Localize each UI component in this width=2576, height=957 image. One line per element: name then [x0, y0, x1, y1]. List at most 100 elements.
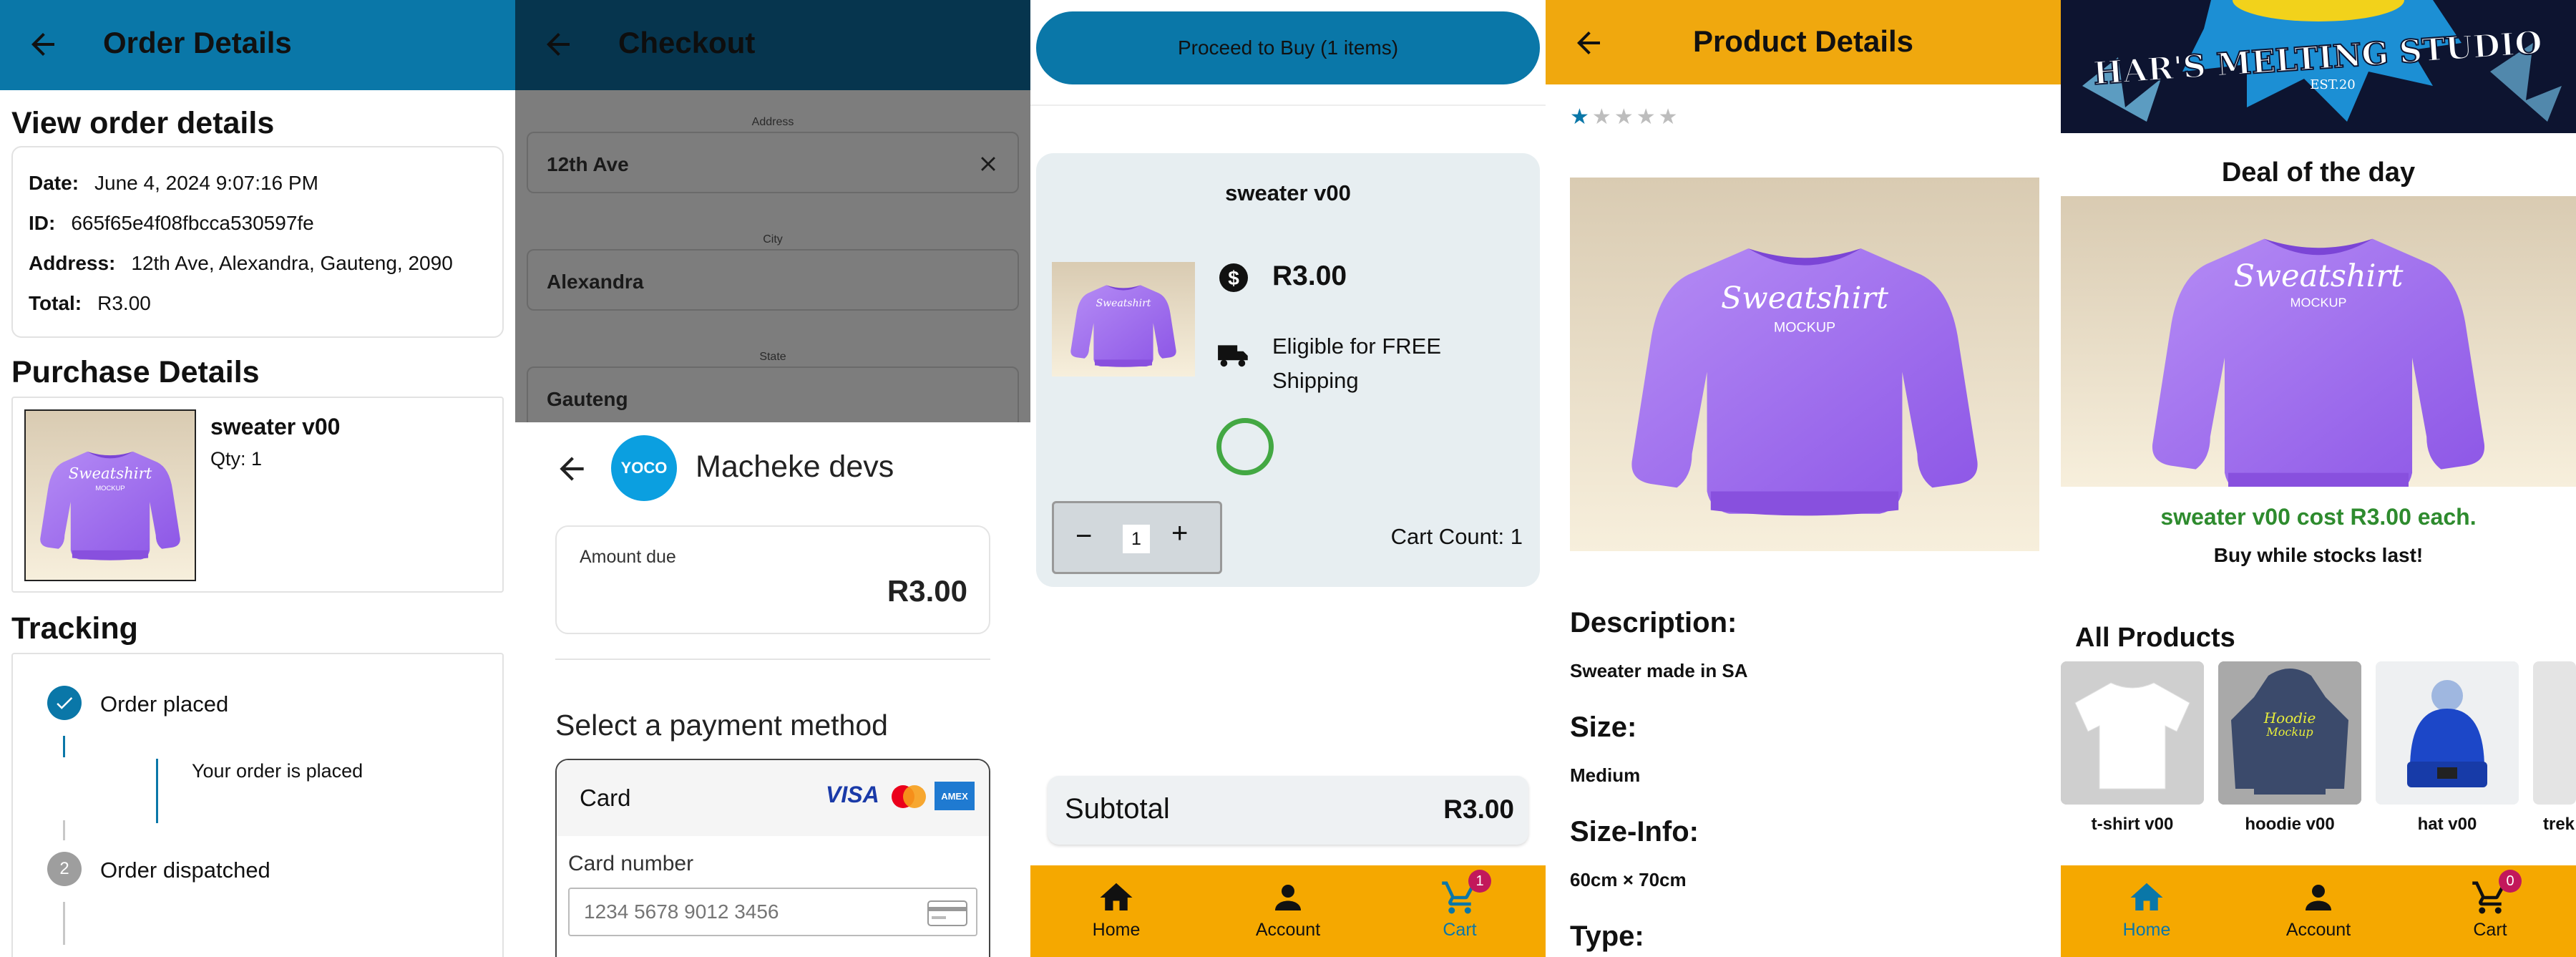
payment-sheet: YOCO Macheke devs Amount due R3.00 Selec…	[515, 422, 1030, 957]
address-field[interactable]: 12th Ave	[527, 132, 1019, 193]
svg-text:$: $	[1228, 267, 1239, 289]
step-connector-pending-2	[63, 902, 65, 945]
home-screen: HAR'S MELTING STUDIO EST.20 Deal of the …	[2061, 0, 2576, 957]
cart-item-card: sweater v00 Sweatshirt $ R3.00 Eligible …	[1036, 153, 1540, 587]
home-icon	[2130, 883, 2163, 910]
cart-item-image: Sweatshirt	[1052, 262, 1195, 377]
product-label-tshirt: t-shirt v00	[2091, 815, 2174, 834]
card-payment-option[interactable]: Card VISA AMEX Card number	[555, 759, 990, 957]
nav-home[interactable]: Home	[1059, 865, 1174, 957]
nav-cart-label: Cart	[1443, 920, 1477, 940]
card-icon	[927, 900, 967, 926]
state-field[interactable]: Gauteng	[527, 366, 1019, 428]
nav-cart[interactable]: Cart 0	[2433, 865, 2547, 957]
product-details-screen: Product Details ★ ★ ★ ★ ★ Sweatshirt MOCKUP …	[1546, 0, 2061, 957]
nav-home[interactable]: Home	[2089, 865, 2204, 957]
decrement-button[interactable]: −	[1075, 520, 1092, 553]
mastercard-logo	[892, 785, 926, 808]
back-arrow-icon[interactable]	[541, 27, 575, 62]
nav-account[interactable]: Account	[2261, 865, 2376, 957]
cart-screen: Proceed to Buy (1 items) sweater v00 Swe…	[1030, 0, 1546, 957]
amount-due-card: Amount due R3.00	[555, 525, 990, 634]
divider	[555, 659, 990, 660]
address-label: Address	[751, 116, 794, 128]
shipping-line-1: Eligible for FREE	[1272, 334, 1442, 359]
product-tile-hoodie[interactable]: Hoodie Mockup	[2218, 661, 2361, 805]
state-value: Gauteng	[547, 388, 628, 410]
order-details-appbar: Order Details	[0, 0, 515, 90]
studio-banner: HAR'S MELTING STUDIO EST.20	[2061, 0, 2576, 133]
star-icon[interactable]: ★	[1614, 105, 1634, 130]
hat-image	[2376, 661, 2519, 805]
back-arrow-icon[interactable]	[554, 451, 590, 487]
page-title: Product Details	[1692, 24, 1914, 58]
step-connector	[63, 736, 65, 757]
shipping-truck-icon	[1218, 345, 1248, 367]
back-arrow-icon[interactable]	[26, 27, 60, 62]
merchant-name: Macheke devs	[696, 450, 894, 484]
nav-account[interactable]: Account	[1231, 865, 1345, 957]
currency-icon: $	[1219, 263, 1248, 292]
step-number-badge: 2	[47, 852, 82, 886]
product-tile-trek[interactable]	[2533, 661, 2576, 805]
deal-heading: Deal of the day	[2221, 157, 2416, 188]
increment-button[interactable]: +	[1171, 518, 1188, 550]
visa-logo: VISA	[826, 782, 879, 807]
nav-account-label: Account	[1255, 920, 1321, 940]
star-icon[interactable]: ★	[1592, 105, 1611, 130]
product-label-hoodie: hoodie v00	[2245, 815, 2335, 834]
description-label: Description:	[1570, 607, 1737, 638]
quantity-value: 1	[1123, 525, 1150, 553]
payment-method-heading: Select a payment method	[555, 709, 888, 742]
city-field[interactable]: Alexandra	[527, 249, 1019, 311]
product-tile-hat[interactable]	[2376, 661, 2519, 805]
product-image: Sweatshirt MOCKUP	[1570, 178, 2039, 551]
amount-due-value: R3.00	[887, 574, 967, 608]
nav-cart[interactable]: Cart 1	[1402, 865, 1517, 957]
shipping-text: Eligible for FREE Shipping	[1272, 329, 1441, 398]
order-info-card: Date: June 4, 2024 9:07:16 PM ID: 665f65e4…	[11, 146, 504, 338]
banner-est: EST.20	[2310, 77, 2355, 92]
divider	[1030, 105, 1546, 106]
item-qty: Qty: 1	[210, 448, 263, 470]
home-icon	[1100, 883, 1133, 910]
step-order-placed: Order placed	[100, 691, 229, 716]
cart-badge: 0	[2499, 870, 2522, 893]
purchase-details-heading: Purchase Details	[11, 355, 260, 389]
shipping-line-2: Shipping	[1272, 368, 1359, 393]
star-icon[interactable]: ★	[1636, 105, 1656, 130]
purchase-item-card[interactable]: Sweatshirt MOCKUP sweater v00 Qty: 1	[11, 397, 504, 593]
svg-text:Sweatshirt: Sweatshirt	[1096, 298, 1151, 309]
clear-icon[interactable]	[976, 152, 1000, 176]
city-label: City	[763, 233, 783, 246]
svg-text:MOCKUP: MOCKUP	[2290, 296, 2347, 310]
product-label-hat: hat v00	[2417, 815, 2477, 834]
card-number-input[interactable]	[568, 888, 977, 936]
cart-item-name: sweater v00	[1225, 180, 1351, 205]
star-icon[interactable]: ★	[1659, 105, 1678, 130]
step-detail-line	[156, 759, 158, 823]
star-icon[interactable]: ★	[1570, 105, 1589, 130]
page-title: Order Details	[103, 26, 292, 59]
merchant-logo: YOCO	[611, 435, 677, 501]
total-value: R3.00	[97, 292, 151, 314]
subtotal-bar: Subtotal R3.00	[1048, 776, 1528, 845]
product-thumbnail: Sweatshirt MOCKUP	[24, 409, 196, 581]
size-info-value: 60cm × 70cm	[1570, 869, 1687, 890]
nav-cart-label: Cart	[2473, 920, 2507, 940]
star-rating[interactable]: ★ ★ ★ ★ ★	[1570, 105, 1678, 130]
deal-image[interactable]: Sweatshirt MOCKUP	[2061, 196, 2576, 487]
type-label: Type:	[1570, 920, 1644, 952]
order-details-screen: Order Details View order details Date: Ju…	[0, 0, 515, 957]
product-details-appbar: Product Details	[1546, 0, 2061, 84]
checkout-appbar: Checkout	[515, 0, 1030, 90]
svg-text:Mockup: Mockup	[2265, 725, 2313, 739]
checkout-form-dimmed: Address 12th Ave City Alexandra State Ga…	[515, 90, 1030, 428]
date-label: Date:	[29, 172, 79, 194]
proceed-to-buy-button[interactable]: Proceed to Buy (1 items)	[1036, 11, 1540, 84]
product-tile-tshirt[interactable]	[2061, 661, 2204, 805]
svg-text:Hoodie: Hoodie	[2263, 709, 2316, 727]
total-label: Total:	[29, 292, 82, 314]
nav-home-label: Home	[2122, 920, 2171, 940]
description-value: Sweater made in SA	[1570, 660, 1748, 681]
